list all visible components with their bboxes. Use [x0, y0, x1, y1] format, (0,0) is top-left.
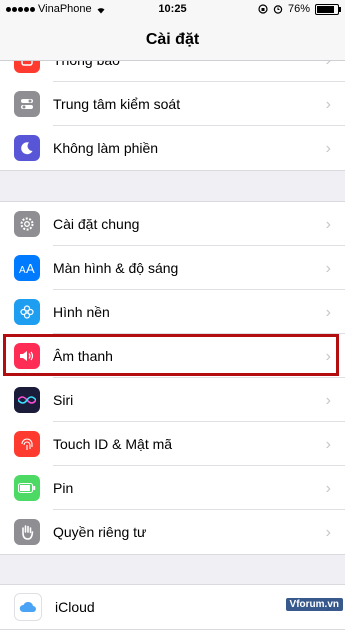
control-center-icon: [14, 91, 40, 117]
row-label: Màn hình & độ sáng: [53, 260, 179, 276]
chevron-right-icon: ›: [325, 304, 331, 321]
watermark: Vforum.vn: [285, 598, 343, 611]
row-label: Siri: [53, 392, 74, 408]
orientation-lock-icon: [258, 4, 268, 14]
chevron-right-icon: ›: [325, 524, 331, 541]
battery-icon: [315, 3, 341, 15]
settings-row-battery[interactable]: Pin ›: [0, 466, 345, 510]
row-label: Trung tâm kiểm soát: [53, 96, 181, 112]
settings-row-display-brightness[interactable]: AA Màn hình & độ sáng ›: [0, 246, 345, 290]
fingerprint-icon: [14, 431, 40, 457]
status-right: 76%: [258, 3, 341, 15]
settings-row-touch-id[interactable]: Touch ID & Mật mã ›: [0, 422, 345, 466]
row-label: Cài đặt chung: [53, 216, 140, 232]
settings-row-privacy[interactable]: Quyền riêng tư ›: [0, 510, 345, 554]
moon-icon: [14, 135, 40, 161]
chevron-right-icon: ›: [325, 140, 331, 157]
chevron-right-icon: ›: [325, 96, 331, 113]
settings-row-siri[interactable]: Siri ›: [0, 378, 345, 422]
row-label: Pin: [53, 480, 74, 496]
battery-icon: [14, 475, 40, 501]
row-label: Không làm phiền: [53, 140, 159, 156]
chevron-right-icon: ›: [325, 480, 331, 497]
wallpaper-icon: [14, 299, 40, 325]
settings-group-2: Cài đặt chung › AA Màn hình & độ sáng › …: [0, 201, 345, 555]
chevron-right-icon: ›: [325, 216, 331, 233]
row-label: Touch ID & Mật mã: [53, 436, 173, 452]
siri-icon: [14, 387, 40, 413]
svg-text:A: A: [19, 265, 26, 275]
chevron-right-icon: ›: [325, 260, 331, 277]
icloud-icon: [14, 593, 42, 621]
row-label: Hình nền: [53, 304, 110, 320]
gear-icon: [14, 211, 40, 237]
hand-icon: [14, 519, 40, 545]
svg-text:A: A: [26, 261, 35, 275]
battery-percent: 76%: [287, 3, 310, 15]
page-title: Cài đặt: [0, 20, 345, 61]
highlight-box: [3, 334, 339, 376]
chevron-right-icon: ›: [325, 436, 331, 453]
settings-row-general[interactable]: Cài đặt chung ›: [0, 202, 345, 246]
alarm-icon: [273, 5, 283, 14]
settings-row-wallpaper[interactable]: Hình nền ›: [0, 290, 345, 334]
row-label: Quyền riêng tư: [53, 524, 147, 540]
status-bar: VinaPhone 10:25 76%: [0, 0, 345, 20]
chevron-right-icon: ›: [325, 392, 331, 409]
settings-row-control-center[interactable]: Trung tâm kiểm soát ›: [0, 82, 345, 126]
display-brightness-icon: AA: [14, 255, 40, 281]
settings-row-do-not-disturb[interactable]: Không làm phiền ›: [0, 126, 345, 170]
